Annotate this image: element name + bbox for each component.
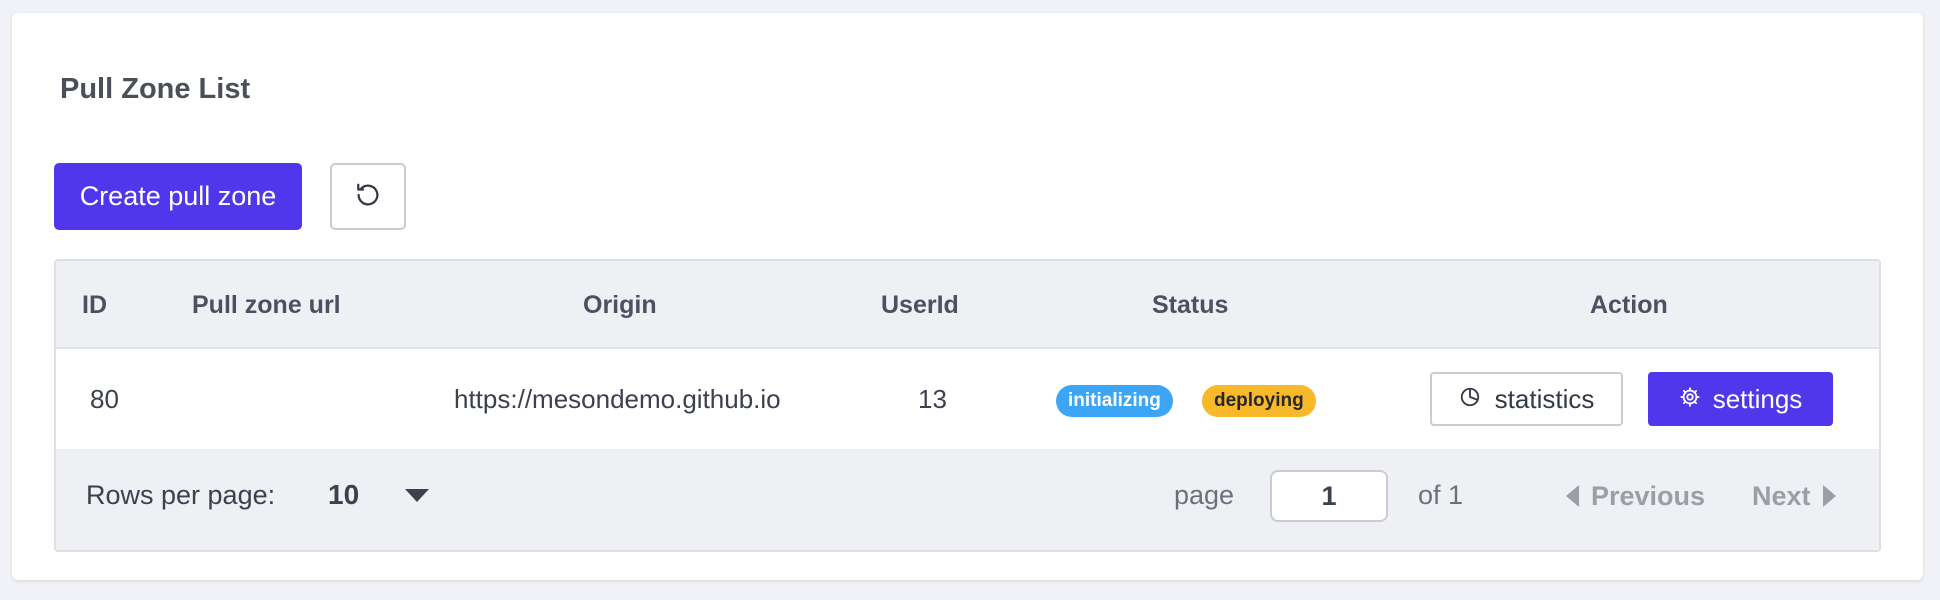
column-header-id: ID	[82, 291, 107, 319]
pull-zone-card: Pull Zone List Create pull zone ID Pull …	[12, 13, 1923, 580]
cell-origin: https://mesondemo.github.io	[454, 384, 781, 414]
settings-label: settings	[1712, 383, 1803, 414]
column-header-pull-zone-url: Pull zone url	[192, 291, 341, 319]
rows-per-page-value: 10	[328, 479, 360, 510]
next-label: Next	[1752, 480, 1811, 511]
previous-page-button[interactable]: Previous	[1566, 473, 1705, 519]
table-pagination: Rows per page: 10 page of 1 Previous Nex…	[56, 449, 1879, 550]
gear-icon	[1679, 384, 1701, 415]
column-header-origin: Origin	[583, 291, 657, 319]
previous-label: Previous	[1591, 480, 1706, 511]
statistics-button[interactable]: statistics	[1430, 372, 1623, 426]
table-row: 80 https://mesondemo.github.io 13 initia…	[56, 349, 1879, 449]
cell-id: 80	[90, 384, 119, 414]
chevron-down-icon	[405, 489, 429, 502]
pie-chart-icon	[1459, 384, 1481, 415]
status-badge-deploying: deploying	[1202, 385, 1316, 417]
column-header-userid: UserId	[881, 291, 959, 319]
refresh-icon	[353, 180, 383, 213]
pull-zone-table: ID Pull zone url Origin UserId Status Ac…	[54, 259, 1881, 552]
rows-per-page-select[interactable]: 10	[326, 472, 436, 518]
caret-left-icon	[1566, 485, 1579, 507]
page-title: Pull Zone List	[60, 73, 251, 105]
next-page-button[interactable]: Next	[1752, 473, 1836, 519]
statistics-label: statistics	[1494, 383, 1595, 414]
rows-per-page-label: Rows per page:	[86, 480, 276, 510]
settings-button[interactable]: settings	[1648, 372, 1833, 426]
caret-right-icon	[1822, 485, 1836, 507]
page-total-label: of 1	[1418, 480, 1464, 510]
cell-userid: 13	[918, 384, 947, 414]
page-label: page	[1174, 480, 1235, 510]
table-header: ID Pull zone url Origin UserId Status Ac…	[56, 261, 1879, 349]
refresh-button[interactable]	[330, 163, 406, 230]
page-number-input[interactable]	[1270, 470, 1388, 522]
column-header-status: Status	[1152, 291, 1229, 319]
column-header-action: Action	[1590, 291, 1668, 319]
create-pull-zone-button[interactable]: Create pull zone	[54, 163, 302, 230]
status-badge-initializing: initializing	[1056, 385, 1173, 417]
